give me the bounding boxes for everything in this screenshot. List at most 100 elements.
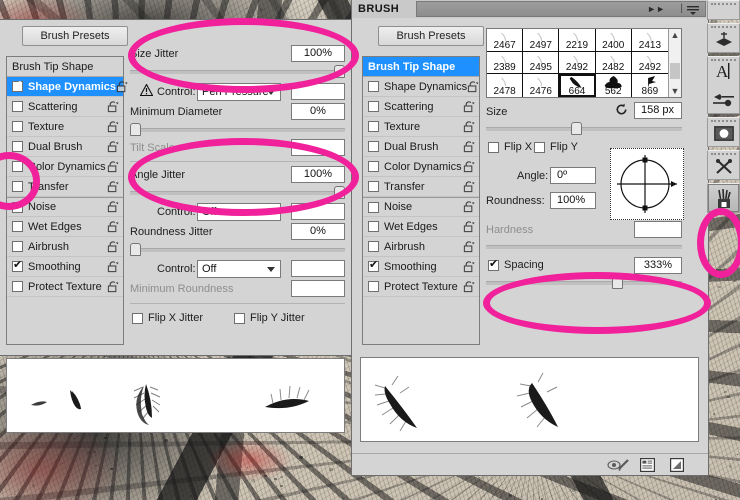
brush-tip-grid-cells[interactable]: 2467 2497 2219 2400 2413 2389 2495 2492 2482 2492… — [487, 29, 668, 97]
brush-tip-grid[interactable]: 2467 2497 2219 2400 2413 2389 2495 2492 2482 2492… — [486, 28, 682, 98]
angle-jitter-value[interactable]: 100% — [291, 166, 345, 183]
scroll-up-arrow[interactable]: ▲ — [669, 29, 681, 41]
option-smoothing[interactable]: Smoothing — [7, 257, 123, 277]
checkbox-box[interactable] — [368, 221, 379, 232]
option-texture[interactable]: Texture — [363, 117, 479, 137]
tilt-scale-value[interactable] — [291, 139, 345, 156]
slider-thumb[interactable] — [334, 65, 345, 78]
lock-toggle[interactable] — [463, 160, 475, 173]
checkbox-box[interactable] — [368, 81, 379, 92]
flip-x-jitter-checkbox[interactable]: Flip X Jitter — [132, 312, 203, 324]
size-jitter-value[interactable]: 100% — [291, 45, 345, 62]
option-noise[interactable]: Noise — [363, 197, 479, 217]
double-chevron-right-icon[interactable]: ►► — [647, 4, 665, 14]
brush-panel-icon[interactable] — [708, 184, 739, 212]
angle-roundness-preview[interactable] — [610, 148, 684, 220]
checkbox-box[interactable] — [368, 281, 379, 292]
checkbox-box[interactable] — [12, 181, 23, 192]
roundness-control-extra-field[interactable] — [291, 260, 345, 277]
slider-thumb[interactable] — [130, 243, 141, 256]
angle-roundness-graphic[interactable] — [611, 149, 683, 219]
hardness-value[interactable] — [634, 221, 682, 238]
brush-options-list[interactable]: Brush Tip Shape Shape Dynamics Scattering T… — [6, 56, 128, 345]
size-value[interactable]: 158 px — [634, 102, 682, 119]
lock-toggle[interactable] — [463, 100, 475, 113]
lock-toggle[interactable] — [107, 160, 119, 173]
lock-icon[interactable] — [463, 240, 475, 253]
option-dual-brush[interactable]: Dual Brush — [363, 137, 479, 157]
brush-grid-scrollbar[interactable]: ▲ ▼ — [668, 29, 681, 97]
brush-tip-cell[interactable]: 2492 — [631, 51, 668, 75]
tool-group-3d[interactable] — [707, 23, 740, 53]
size-control-extra-field[interactable] — [291, 83, 345, 100]
lock-toggle[interactable] — [467, 80, 479, 93]
checkbox-box[interactable] — [12, 121, 23, 132]
lock-icon[interactable] — [463, 160, 475, 173]
lock-icon[interactable] — [107, 260, 119, 273]
checkbox-box[interactable] — [368, 241, 379, 252]
lock-toggle[interactable] — [107, 260, 119, 273]
tool-group-presets[interactable] — [707, 150, 740, 180]
option-transfer[interactable]: Transfer — [7, 177, 123, 197]
option-brush-tip-shape[interactable]: Brush Tip Shape — [363, 57, 479, 77]
checkbox-box[interactable] — [368, 121, 379, 132]
lock-toggle[interactable] — [107, 180, 119, 193]
checkbox-box[interactable] — [12, 281, 23, 292]
brush-tip-cell[interactable]: 2492 — [559, 51, 596, 75]
masks-icon[interactable] — [708, 118, 739, 146]
roundness-jitter-slider[interactable] — [130, 243, 345, 257]
flip-x-checkbox[interactable]: Flip X — [488, 141, 532, 153]
brush-tip-cell[interactable]: 664 — [559, 74, 596, 97]
lock-toggle[interactable] — [107, 120, 119, 133]
panel-menu-icon[interactable] — [687, 6, 699, 15]
option-scattering[interactable]: Scattering — [7, 97, 123, 117]
lock-icon[interactable] — [463, 100, 475, 113]
brush-presets-button[interactable]: Brush Presets — [378, 26, 484, 46]
lock-icon[interactable] — [463, 280, 475, 293]
size-jitter-slider[interactable] — [130, 65, 345, 79]
checkbox-box[interactable] — [368, 259, 379, 272]
lock-toggle[interactable] — [463, 140, 475, 153]
minimum-diameter-slider[interactable] — [130, 123, 345, 137]
brush-tip-cell[interactable]: 2400 — [595, 29, 632, 52]
lock-icon[interactable] — [107, 240, 119, 253]
lock-icon[interactable] — [463, 201, 475, 213]
refresh-icon[interactable] — [615, 103, 628, 116]
lock-icon[interactable] — [116, 80, 128, 93]
lock-icon[interactable] — [463, 220, 475, 233]
brush-tip-cell[interactable]: 869 — [631, 74, 668, 97]
lock-icon[interactable] — [463, 140, 475, 153]
brush-tip-cell[interactable]: 2476 — [523, 74, 560, 97]
scroll-down-arrow[interactable]: ▼ — [669, 85, 681, 97]
lock-toggle[interactable] — [107, 100, 119, 113]
option-airbrush[interactable]: Airbrush — [7, 237, 123, 257]
minimum-diameter-value[interactable]: 0% — [291, 103, 345, 120]
option-protect-texture[interactable]: Protect Texture — [363, 277, 479, 297]
option-shape-dynamics[interactable]: Shape Dynamics — [363, 77, 479, 97]
slider-thumb[interactable] — [130, 123, 141, 136]
option-dual-brush[interactable]: Dual Brush — [7, 137, 123, 157]
brush-tip-cell[interactable]: 2219 — [559, 29, 596, 52]
lock-icon[interactable] — [107, 160, 119, 173]
vertical-tool-dock[interactable]: A — [707, 0, 740, 300]
size-control-select[interactable]: Pen Pressure — [197, 83, 281, 101]
scrollbar-thumb[interactable] — [670, 63, 680, 79]
brush-tip-cell[interactable]: 2389 — [487, 51, 524, 75]
tool-presets-icon[interactable] — [708, 151, 739, 179]
brush-tip-cell[interactable]: 2478 — [487, 74, 524, 97]
roundness-jitter-value[interactable]: 0% — [291, 223, 345, 240]
option-scattering[interactable]: Scattering — [363, 97, 479, 117]
option-shape-dynamics[interactable]: Shape Dynamics — [7, 77, 128, 97]
toggle-brush-preview-icon[interactable] — [607, 458, 631, 472]
checkbox-box[interactable] — [12, 259, 23, 272]
option-transfer[interactable]: Transfer — [363, 177, 479, 197]
adjustments-icon[interactable] — [708, 85, 739, 113]
option-smoothing[interactable]: Smoothing — [363, 257, 479, 277]
lock-icon[interactable] — [467, 80, 479, 93]
roundness-control-select[interactable]: Off — [197, 260, 281, 278]
lock-toggle[interactable] — [107, 201, 119, 213]
brush-tip-cell[interactable]: 2497 — [523, 29, 560, 52]
brush-tip-cell[interactable]: 2495 — [523, 51, 560, 75]
slider-thumb[interactable] — [571, 122, 582, 135]
slider-thumb[interactable] — [612, 276, 623, 289]
